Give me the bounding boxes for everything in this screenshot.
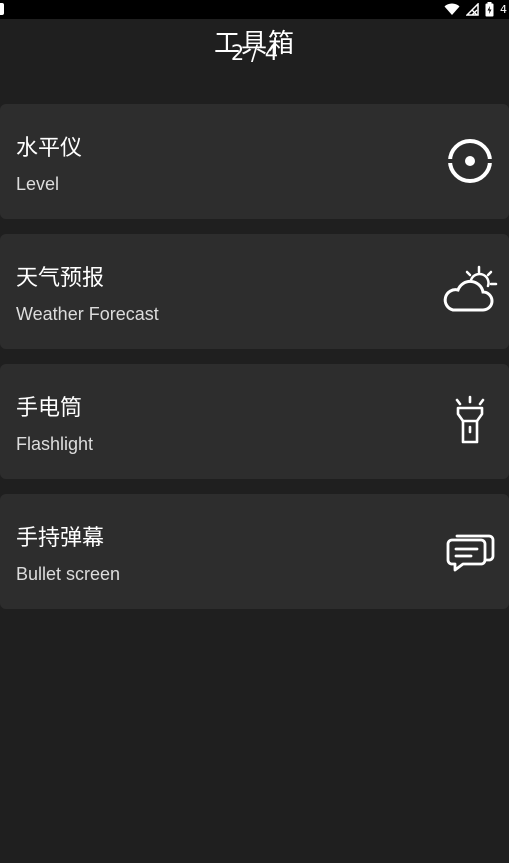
tool-card-title: 手持弹幕 — [16, 526, 105, 551]
status-bar: 4 — [0, 0, 509, 19]
tool-card-subtitle: Bullet screen — [16, 564, 121, 584]
no-signal-icon — [466, 3, 479, 16]
chat-bubble-icon — [441, 522, 499, 580]
tool-card-level[interactable]: 水平仪 Level — [0, 104, 509, 219]
tool-card-subtitle: Weather Forecast — [16, 304, 159, 324]
wifi-icon — [444, 3, 460, 15]
header: 工具箱 2 / 4 — [0, 19, 509, 101]
tool-card-title: 水平仪 — [16, 136, 83, 161]
tool-card-flashlight[interactable]: 手电筒 Flashlight — [0, 364, 509, 479]
weather-sun-cloud-icon — [441, 262, 499, 320]
status-icons: 4 — [444, 0, 509, 19]
battery-icon — [485, 2, 494, 17]
page-indicator: 2 / 4 — [230, 41, 279, 65]
tool-card-subtitle: Level — [16, 174, 60, 194]
tool-card-weather[interactable]: 天气预报 Weather Forecast — [0, 234, 509, 349]
tool-card-bullet-screen[interactable]: 手持弹幕 Bullet screen — [0, 494, 509, 609]
status-notification-mark — [0, 3, 4, 15]
level-target-icon — [441, 132, 499, 190]
battery-level-text: 4 — [500, 3, 507, 16]
tool-card-title: 手电筒 — [16, 396, 83, 421]
tool-card-subtitle: Flashlight — [16, 434, 94, 454]
flashlight-icon — [441, 392, 499, 450]
tool-card-title: 天气预报 — [16, 266, 105, 291]
